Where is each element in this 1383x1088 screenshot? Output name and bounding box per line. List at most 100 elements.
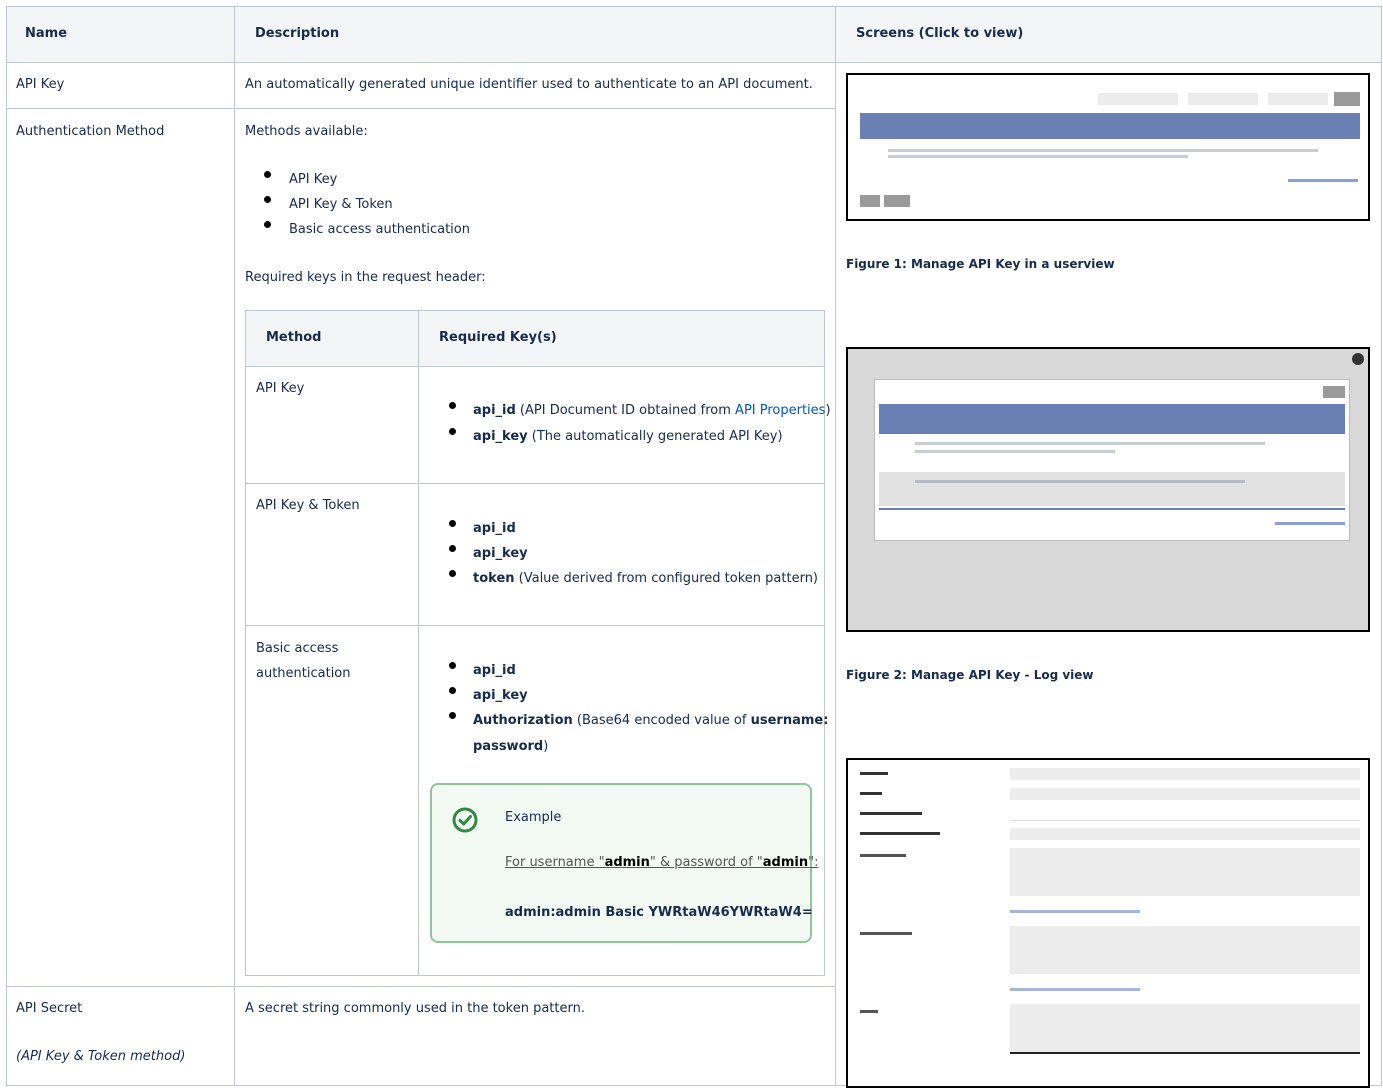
key-desc-end: ) xyxy=(825,403,831,418)
example-line: For username "admin" & password of "admi… xyxy=(505,855,818,870)
inner-apikey-k1: api_id (API Document ID obtained from AP… xyxy=(473,403,831,418)
key-bold: username: xyxy=(750,713,829,728)
log-row xyxy=(915,442,1265,445)
screenshot-api-form[interactable] xyxy=(846,758,1370,1088)
form-hint xyxy=(1010,910,1140,913)
method-item-1: API Key xyxy=(289,172,338,187)
key-desc: (The automatically generated API Key) xyxy=(527,429,783,444)
form-label xyxy=(860,854,906,857)
form-textarea xyxy=(1010,848,1360,896)
method-item-3: Basic access authentication xyxy=(289,222,470,237)
check-circle-icon xyxy=(452,807,478,833)
inner-apikey-k2: api_key (The automatically generated API… xyxy=(473,429,783,444)
form-label xyxy=(860,812,922,815)
api-key-description: An automatically generated unique identi… xyxy=(245,77,813,92)
new-button xyxy=(860,195,880,207)
key-desc: (API Document ID obtained from xyxy=(515,403,736,418)
bullet xyxy=(449,428,456,435)
method-item-2: API Key & Token xyxy=(289,197,393,212)
example-code: admin:admin Basic YWRtaW46YWRtaW4= xyxy=(505,905,813,920)
table-header-bar xyxy=(860,113,1360,139)
bullet xyxy=(449,712,456,719)
key-name: api_id xyxy=(473,403,516,418)
header-name: Name xyxy=(25,26,68,41)
form-hint xyxy=(1010,988,1140,991)
delete-button xyxy=(884,195,910,207)
filter-button xyxy=(1334,92,1360,106)
bullet xyxy=(449,687,456,694)
log-row-highlight xyxy=(879,472,1345,506)
header-description: Description xyxy=(255,26,340,41)
figure-1-caption: Figure 1: Manage API Key in a userview xyxy=(846,257,1115,271)
inner-basic-method-line2: authentication xyxy=(256,666,351,681)
filter-field xyxy=(1188,93,1258,105)
key-desc: (Base64 encoded value of xyxy=(572,713,751,728)
form-input xyxy=(1010,788,1360,800)
bullet xyxy=(264,196,271,203)
inner-header-keys: Required Key(s) xyxy=(439,330,557,345)
screenshot-userview[interactable] xyxy=(846,73,1370,221)
bullet xyxy=(264,221,271,228)
form-input xyxy=(1010,768,1360,780)
screenshot-log-view[interactable] xyxy=(846,347,1370,632)
log-table-header xyxy=(879,404,1345,434)
methods-intro: Methods available: xyxy=(245,124,368,139)
header-screens: Screens (Click to view) xyxy=(856,26,1024,41)
bullet xyxy=(264,171,271,178)
form-underline xyxy=(1010,1052,1360,1054)
key-desc: (Value derived from configured token pat… xyxy=(514,571,819,586)
inner-basic-k3-cont: password) xyxy=(473,739,548,754)
key-name: token xyxy=(473,571,515,586)
auth-name: Authentication Method xyxy=(16,124,165,139)
api-properties-link[interactable]: API Properties xyxy=(735,403,825,418)
close-icon xyxy=(1352,353,1364,365)
secret-description: A secret string commonly used in the tok… xyxy=(245,1001,585,1016)
form-select xyxy=(1010,828,1360,840)
pager-line xyxy=(1288,179,1358,182)
inner-header-method: Method xyxy=(266,330,322,345)
inner-basic-k3: Authorization (Base64 encoded value of u… xyxy=(473,713,828,728)
inner-basic-k1: api_id xyxy=(473,663,516,678)
form-label xyxy=(860,832,940,835)
log-dialog xyxy=(874,379,1350,541)
bullet xyxy=(449,545,456,552)
form-select xyxy=(1010,808,1360,821)
example-user: admin xyxy=(604,855,650,870)
inner-apikey-method: API Key xyxy=(256,381,305,396)
bullet xyxy=(449,402,456,409)
example-title: Example xyxy=(505,810,562,825)
inner-basic-k2: api_key xyxy=(473,688,528,703)
bullet xyxy=(449,520,456,527)
example-pass: admin xyxy=(762,855,809,870)
key-bold: password xyxy=(473,739,544,754)
inner-token-method: API Key & Token xyxy=(256,498,360,513)
example-text: For username " xyxy=(505,855,605,870)
key-name: Authorization xyxy=(473,713,573,728)
log-row xyxy=(915,480,1245,483)
example-note: Example For username "admin" & password … xyxy=(430,783,818,943)
inner-row-apikey-keys-cell xyxy=(418,366,825,484)
secret-name: API Secret xyxy=(16,1001,83,1016)
search-field xyxy=(1098,93,1178,105)
example-text: " & password of " xyxy=(649,855,763,870)
filter-field xyxy=(1268,93,1328,105)
table-row-line xyxy=(888,155,1188,158)
key-end: ) xyxy=(543,739,549,754)
search-button xyxy=(1323,386,1345,398)
form-label xyxy=(860,772,888,775)
key-name: api_key xyxy=(473,429,528,444)
bullet xyxy=(449,570,456,577)
secret-name-note: (API Key & Token method) xyxy=(16,1049,186,1064)
inner-token-k1: api_id xyxy=(473,521,516,536)
inner-token-k2: api_key xyxy=(473,546,528,561)
form-label xyxy=(860,932,912,935)
log-row xyxy=(915,450,1115,453)
form-textarea xyxy=(1010,1004,1360,1052)
form-textarea xyxy=(1010,926,1360,974)
form-label xyxy=(860,792,882,795)
pager-line xyxy=(1275,522,1345,525)
api-key-name: API Key xyxy=(16,77,65,92)
figure-2-caption: Figure 2: Manage API Key - Log view xyxy=(846,668,1094,682)
inner-token-k3: token (Value derived from configured tok… xyxy=(473,571,818,586)
bullet xyxy=(449,662,456,669)
